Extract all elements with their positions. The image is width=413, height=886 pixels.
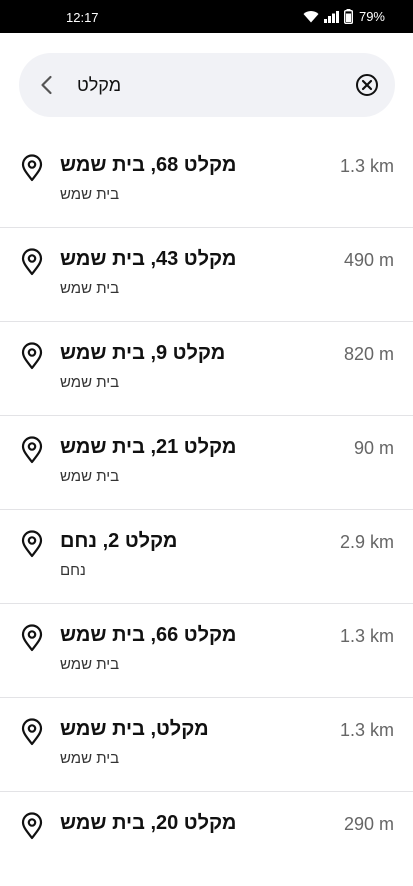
- result-subtitle: בית שמש: [60, 656, 120, 673]
- search-bar: [19, 53, 395, 117]
- result-title: מקלט 9, בית שמש: [60, 342, 226, 364]
- result-distance: 290 m: [343, 814, 394, 834]
- result-item[interactable]: מקלט 9, בית שמש בית שמש 820 m: [0, 322, 413, 416]
- result-item[interactable]: מקלט 20, בית שמש 290 m: [0, 792, 413, 886]
- result-distance: 820 m: [343, 344, 394, 364]
- result-subtitle: בית שמש: [60, 750, 120, 767]
- location-pin-icon: [21, 436, 43, 464]
- battery-icon: [343, 9, 353, 24]
- result-distance: 1.3 km: [339, 626, 394, 646]
- signal-icon: [323, 10, 339, 23]
- status-bar: 12:17 79%: [0, 0, 413, 33]
- location-pin-icon: [21, 812, 43, 840]
- result-distance: 490 m: [343, 250, 394, 270]
- result-distance: 90 m: [353, 438, 394, 458]
- status-icons: 79%: [303, 9, 385, 24]
- location-pin-icon: [21, 530, 43, 558]
- result-item[interactable]: מקלט, בית שמש בית שמש 1.3 km: [0, 698, 413, 792]
- result-item[interactable]: מקלט 66, בית שמש בית שמש 1.3 km: [0, 604, 413, 698]
- result-item[interactable]: מקלט 68, בית שמש בית שמש 1.3 km: [0, 134, 413, 228]
- result-title: מקלט 43, בית שמש: [60, 248, 237, 270]
- location-pin-icon: [21, 154, 43, 182]
- result-item[interactable]: מקלט 21, בית שמש בית שמש 90 m: [0, 416, 413, 510]
- search-input[interactable]: [77, 73, 297, 97]
- result-subtitle: בית שמש: [60, 186, 120, 203]
- result-title: מקלט 2, נחם: [60, 530, 178, 552]
- result-title: מקלט 68, בית שמש: [60, 154, 237, 176]
- location-pin-icon: [21, 624, 43, 652]
- wifi-icon: [303, 11, 319, 23]
- result-title: מקלט 66, בית שמש: [60, 624, 237, 646]
- result-item[interactable]: מקלט 43, בית שמש בית שמש 490 m: [0, 228, 413, 322]
- location-pin-icon: [21, 342, 43, 370]
- result-item[interactable]: מקלט 2, נחם נחם 2.9 km: [0, 510, 413, 604]
- status-time: 12:17: [66, 10, 99, 25]
- result-title: מקלט, בית שמש: [60, 718, 209, 740]
- result-distance: 1.3 km: [339, 156, 394, 176]
- result-subtitle: נחם: [60, 562, 86, 579]
- battery-percentage: 79%: [358, 9, 385, 24]
- location-pin-icon: [21, 718, 43, 746]
- location-pin-icon: [21, 248, 43, 276]
- result-distance: 2.9 km: [339, 532, 394, 552]
- result-subtitle: בית שמש: [60, 374, 120, 391]
- clear-icon[interactable]: [355, 73, 379, 97]
- results-list: מקלט 68, בית שמש בית שמש 1.3 km מקלט 43,…: [0, 134, 413, 886]
- result-subtitle: בית שמש: [60, 280, 120, 297]
- result-title: מקלט 20, בית שמש: [60, 812, 237, 834]
- result-subtitle: בית שמש: [60, 468, 120, 485]
- back-arrow-icon[interactable]: [35, 73, 59, 97]
- result-title: מקלט 21, בית שמש: [60, 436, 237, 458]
- result-distance: 1.3 km: [339, 720, 394, 740]
